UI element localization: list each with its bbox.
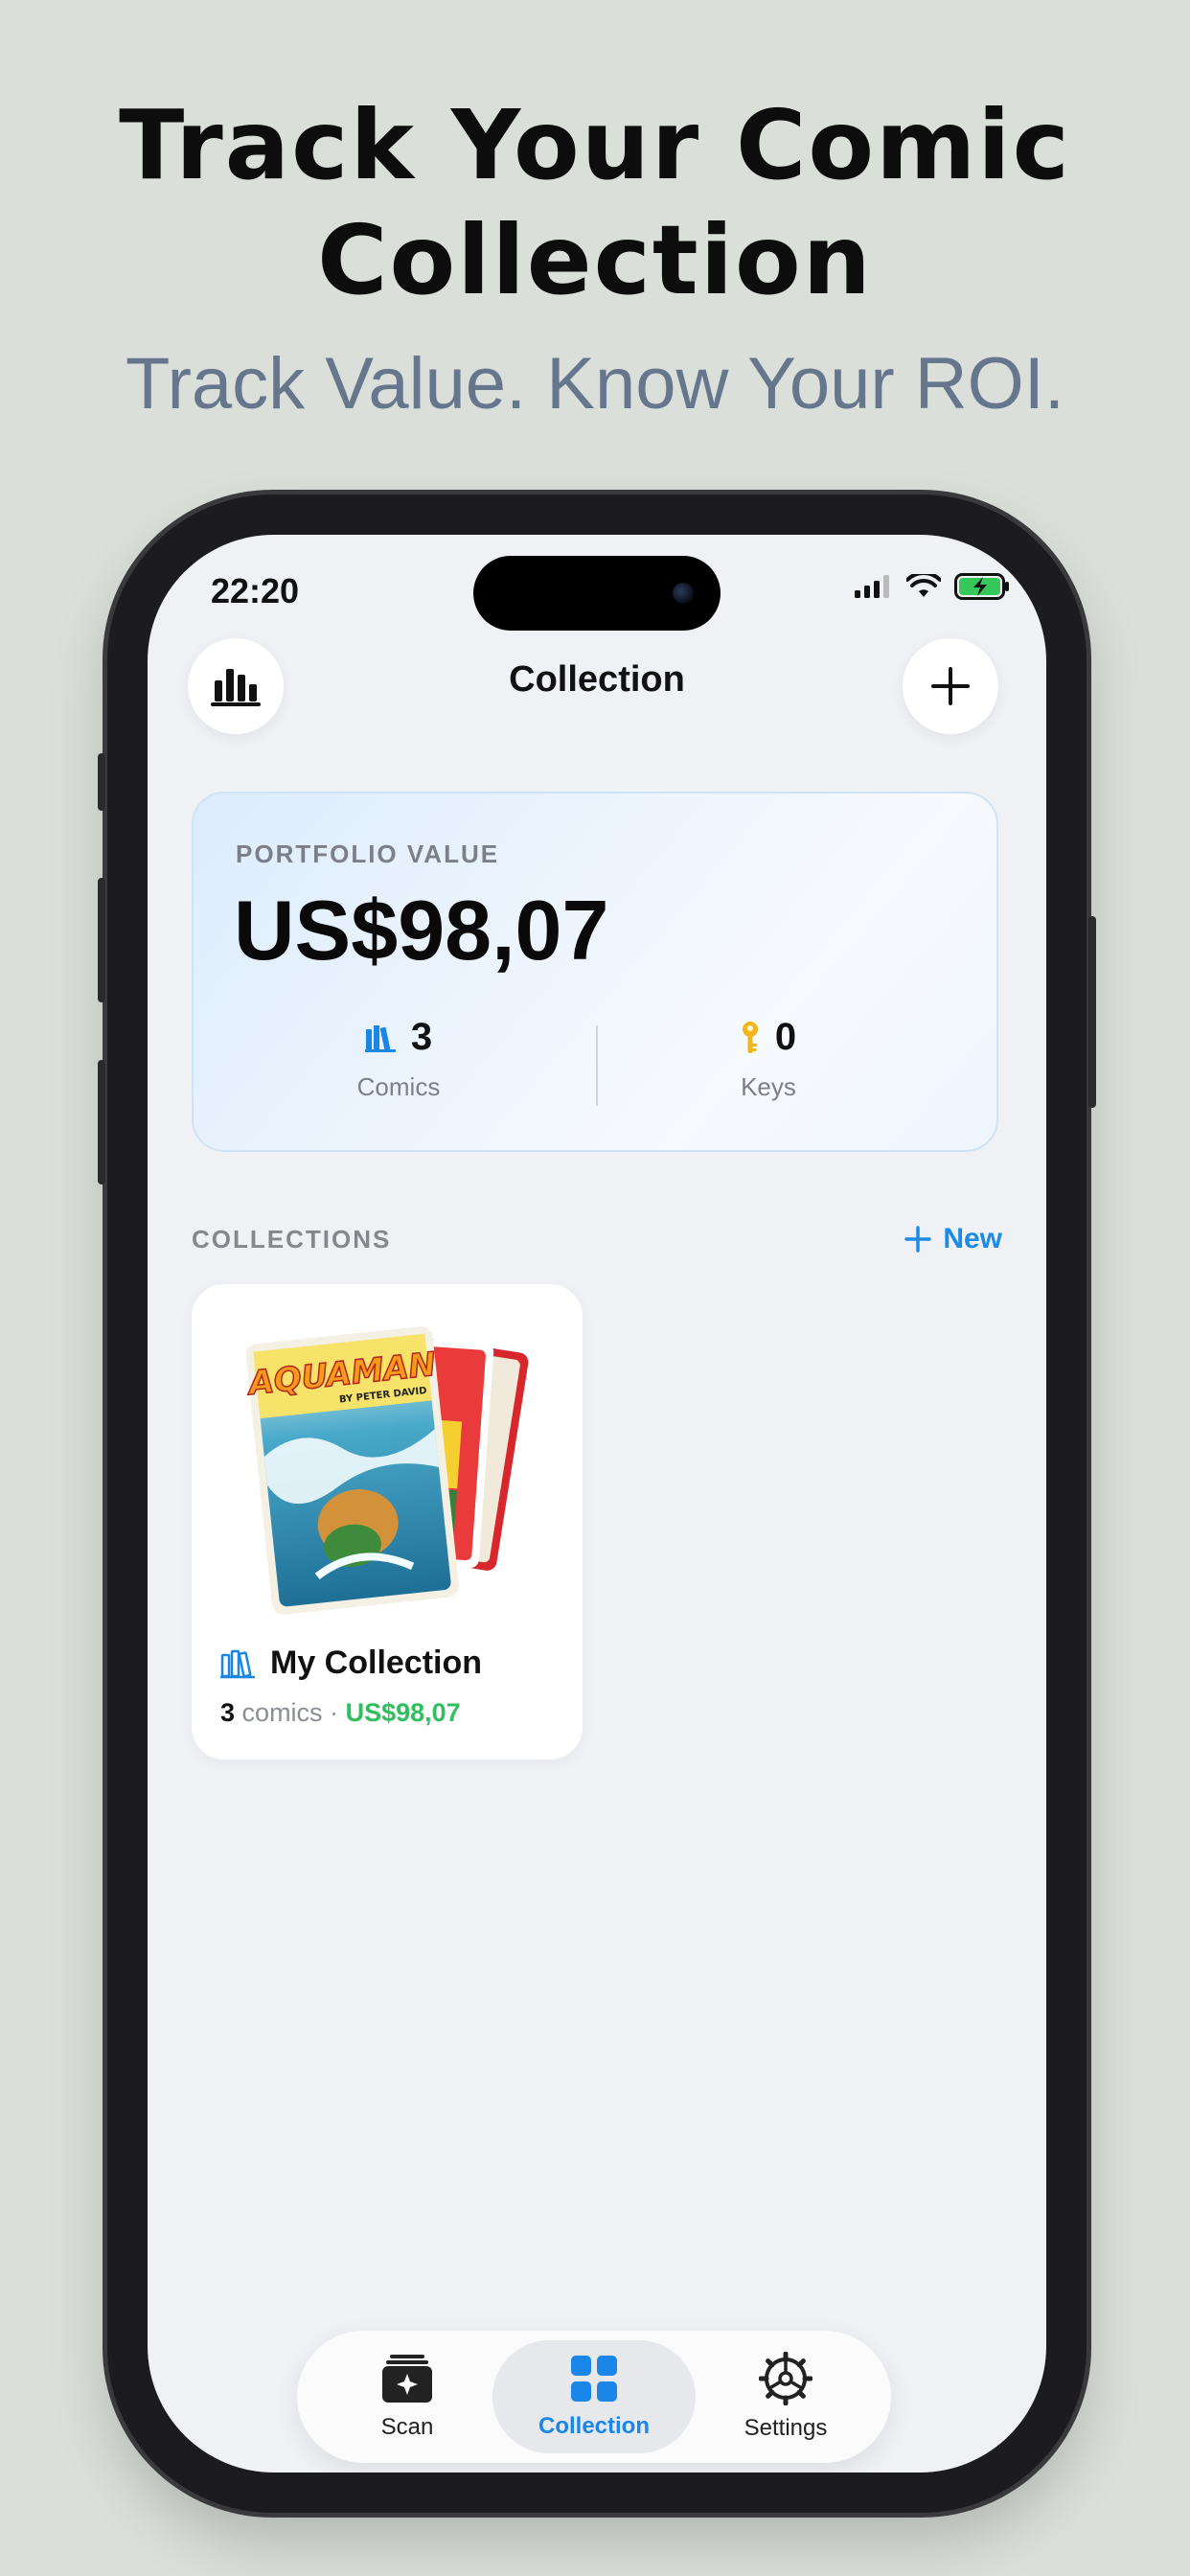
stat-divider [596, 1025, 598, 1106]
collections-section-label: COLLECTIONS [192, 1224, 392, 1254]
tab-scan[interactable]: Scan [335, 2340, 479, 2453]
books-outline-icon [220, 1649, 255, 1678]
headline-line-1: Track Your Comic [119, 89, 1071, 201]
comics-count: 3 [410, 1016, 433, 1058]
marketing-subheadline: Track Value. Know Your ROI. [125, 343, 1065, 425]
tab-bar: Scan Collection Settings [297, 2331, 891, 2463]
grid-icon [571, 2356, 617, 2402]
portfolio-card[interactable]: PORTFOLIO VALUE US$98,07 3 Comics 0 Keys [192, 792, 998, 1152]
comic-cover-stack: AQUAMAN BY PETER DAVID [243, 1326, 529, 1615]
gear-icon [759, 2352, 812, 2405]
collection-card[interactable]: AQUAMAN BY PETER DAVID My Collection 3 c… [192, 1284, 583, 1760]
battery-charging-icon [954, 573, 1009, 600]
signal-icon [855, 575, 889, 598]
collection-count: 3 [220, 1698, 236, 1727]
wifi-icon [906, 574, 941, 597]
tab-collection-label: Collection [538, 2413, 650, 2439]
meta-separator: · [330, 1698, 339, 1727]
collection-name: My Collection [270, 1644, 483, 1681]
headline-line-2: Collection [317, 204, 873, 316]
plus-icon [904, 1226, 932, 1253]
keys-stat: 0 Keys [653, 1016, 883, 1102]
mute-switch [98, 753, 105, 811]
scan-icon [382, 2355, 432, 2403]
comics-label: Comics [356, 1072, 441, 1101]
collection-meta: 3 comics · US$98,07 [220, 1698, 461, 1728]
tab-settings-label: Settings [744, 2415, 828, 2441]
comics-stat: 3 Comics [284, 1016, 514, 1102]
phone-frame: 22:20 Collection PORTFOLIO VALUE US$98,0… [98, 494, 1096, 2513]
side-button [1088, 916, 1096, 1108]
tab-settings[interactable]: Settings [709, 2340, 862, 2453]
camera-icon [673, 583, 694, 604]
books-icon [364, 1024, 396, 1052]
keys-count: 0 [774, 1016, 797, 1058]
portfolio-label: PORTFOLIO VALUE [236, 840, 500, 868]
keys-label: Keys [741, 1072, 796, 1101]
volume-down-button [98, 1060, 105, 1184]
phone-screen: 22:20 Collection PORTFOLIO VALUE US$98,0… [148, 535, 1046, 2472]
collections-header: COLLECTIONS New [192, 1223, 1002, 1255]
tab-scan-label: Scan [380, 2414, 434, 2440]
add-button[interactable] [903, 638, 998, 734]
tab-collection[interactable]: Collection [492, 2340, 696, 2453]
new-collection-button[interactable]: New [904, 1223, 1002, 1255]
status-time: 22:20 [211, 571, 300, 610]
dynamic-island [473, 556, 721, 631]
marketing-headline: Track Your Comic Collection [0, 88, 1190, 318]
collection-name-row: My Collection [220, 1644, 482, 1682]
status-icons [855, 573, 1010, 600]
portfolio-value: US$98,07 [234, 883, 609, 978]
collection-count-label: comics [241, 1698, 323, 1727]
volume-up-button [98, 878, 105, 1002]
plus-icon [931, 667, 970, 705]
key-icon [742, 1021, 758, 1053]
app-store-screenshot: Track Your Comic Collection Track Value.… [0, 0, 1190, 2576]
collection-value: US$98,07 [345, 1698, 461, 1727]
new-collection-label: New [943, 1223, 1002, 1254]
